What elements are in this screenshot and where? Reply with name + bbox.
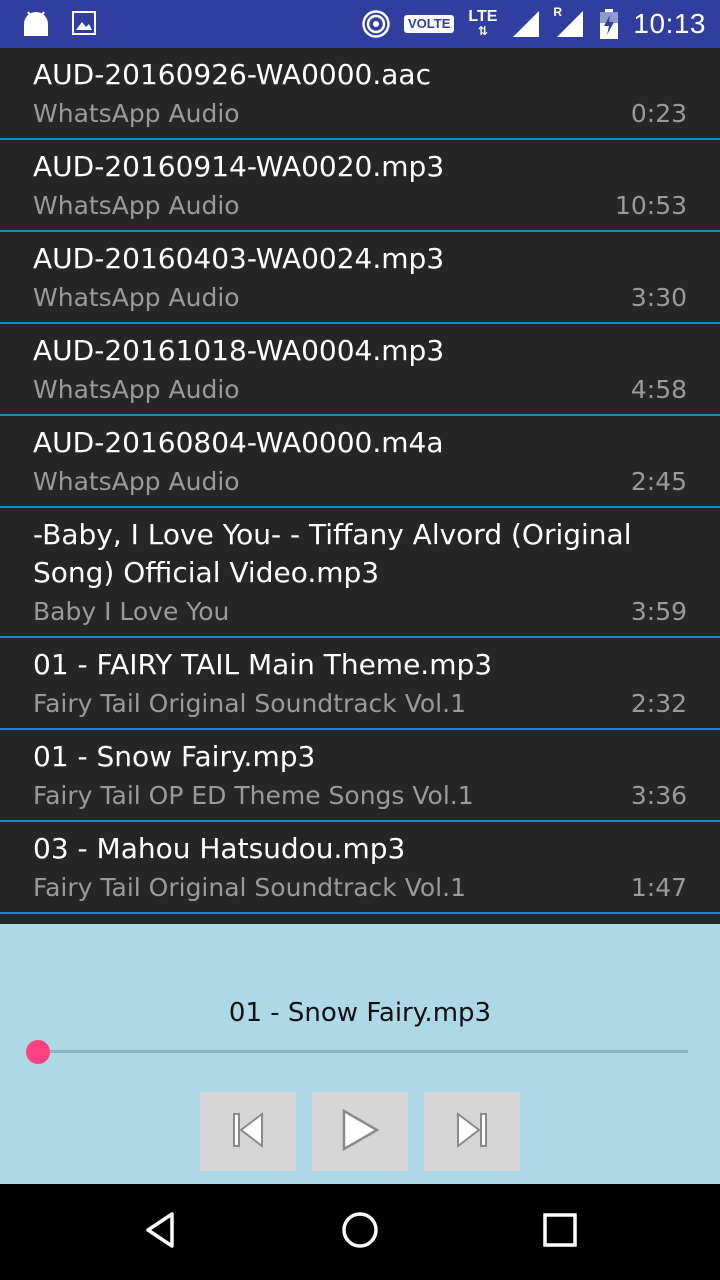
song-duration: 4:58 xyxy=(630,375,687,404)
data-arrows-icon: ⇅ xyxy=(477,24,488,38)
song-duration: 10:53 xyxy=(614,191,687,220)
back-icon xyxy=(140,1210,180,1255)
song-duration: 2:45 xyxy=(630,467,687,496)
recents-button[interactable] xyxy=(536,1208,584,1256)
song-list[interactable]: AUD-20160926-WA0000.aac WhatsApp Audio 0:2… xyxy=(0,48,720,924)
song-meta: Fairy Tail Original Soundtrack Vol.1 2:32 xyxy=(33,686,687,722)
battery-charging-icon xyxy=(599,9,619,39)
previous-button[interactable] xyxy=(200,1092,296,1171)
player-panel: 01 - Snow Fairy.mp3 xyxy=(0,924,720,1184)
song-duration: 3:59 xyxy=(630,597,687,626)
now-playing-title: 01 - Snow Fairy.mp3 xyxy=(228,998,492,1028)
roaming-label: R xyxy=(553,5,563,19)
song-list-item[interactable]: AUD-20161018-WA0004.mp3 WhatsApp Audio 4:5… xyxy=(0,324,720,416)
play-button[interactable] xyxy=(312,1092,408,1171)
song-duration: 0:23 xyxy=(630,99,687,128)
playback-controls xyxy=(200,1092,520,1171)
song-meta: Fairy Tail OP ED Theme Songs Vol.1 3:36 xyxy=(33,778,687,814)
song-meta: WhatsApp Audio 3:30 xyxy=(33,280,687,316)
song-duration: 3:30 xyxy=(630,283,687,312)
song-duration: 3:36 xyxy=(630,781,687,810)
song-title: 01 - Snow Fairy.mp3 xyxy=(33,740,316,773)
navigation-bar xyxy=(0,1184,720,1280)
lte-indicator: LTE ⇅ xyxy=(468,8,498,39)
next-button[interactable] xyxy=(424,1092,520,1171)
song-title: AUD-20161018-WA0004.mp3 xyxy=(33,334,445,367)
home-button[interactable] xyxy=(336,1208,384,1256)
volte-badge: VOLTE xyxy=(404,15,455,33)
clock: 10:13 xyxy=(633,8,706,39)
song-artist: Baby I Love You xyxy=(33,597,230,626)
signal-icon xyxy=(511,9,541,39)
song-meta: Baby I Love You 3:59 xyxy=(33,594,687,630)
song-title: 01 - FAIRY TAIL Main Theme.mp3 xyxy=(33,648,493,681)
seek-bar[interactable] xyxy=(38,1050,688,1053)
song-title: 03 - Mahou Hatsudou.mp3 xyxy=(33,832,406,865)
song-list-item[interactable]: 04 - Dragon slayer.mp3 xyxy=(0,914,720,924)
song-list-item[interactable]: AUD-20160804-WA0000.m4a WhatsApp Audio 2:4… xyxy=(0,416,720,508)
lte-label: LTE xyxy=(468,8,498,25)
song-artist: WhatsApp Audio xyxy=(33,467,240,496)
skip-next-icon xyxy=(455,1111,489,1152)
skip-previous-icon xyxy=(231,1111,265,1152)
image-icon xyxy=(72,11,96,35)
hotspot-icon xyxy=(362,10,390,38)
song-meta: Fairy Tail Original Soundtrack Vol.1 1:47 xyxy=(33,870,687,906)
signal-roaming-icon: R xyxy=(553,5,585,39)
song-artist: Fairy Tail Original Soundtrack Vol.1 xyxy=(33,873,466,902)
song-artist: Fairy Tail Original Soundtrack Vol.1 xyxy=(33,689,466,718)
recents-icon xyxy=(540,1210,580,1255)
song-meta: WhatsApp Audio 0:23 xyxy=(33,96,687,132)
song-meta: WhatsApp Audio 10:53 xyxy=(33,188,687,224)
song-title: AUD-20160804-WA0000.m4a xyxy=(33,426,444,459)
song-title: AUD-20160914-WA0020.mp3 xyxy=(33,150,445,183)
song-meta: WhatsApp Audio 2:45 xyxy=(33,464,687,500)
song-artist: Fairy Tail OP ED Theme Songs Vol.1 xyxy=(33,781,474,810)
song-title: AUD-20160403-WA0024.mp3 xyxy=(33,242,445,275)
song-artist: WhatsApp Audio xyxy=(33,99,240,128)
song-title: AUD-20160926-WA0000.aac xyxy=(33,58,431,91)
song-artist: WhatsApp Audio xyxy=(33,191,240,220)
song-list-item[interactable]: AUD-20160403-WA0024.mp3 WhatsApp Audio 3:3… xyxy=(0,232,720,324)
song-duration: 2:32 xyxy=(630,689,687,718)
song-artist: WhatsApp Audio xyxy=(33,375,240,404)
song-list-item[interactable]: 01 - Snow Fairy.mp3 Fairy Tail OP ED Them… xyxy=(0,730,720,822)
song-title: -Baby, I Love You- - Tiffany Alvord (Ori… xyxy=(33,518,632,589)
back-button[interactable] xyxy=(136,1208,184,1256)
song-list-item[interactable]: -Baby, I Love You- - Tiffany Alvord (Ori… xyxy=(0,508,720,638)
status-bar: VOLTE LTE ⇅ R 10:13 xyxy=(0,0,720,48)
seek-thumb[interactable] xyxy=(26,1040,50,1064)
play-icon xyxy=(340,1108,380,1155)
android-icon xyxy=(22,10,50,36)
song-artist: WhatsApp Audio xyxy=(33,283,240,312)
song-duration: 1:47 xyxy=(630,873,687,902)
song-list-item[interactable]: AUD-20160914-WA0020.mp3 WhatsApp Audio 10:… xyxy=(0,140,720,232)
home-icon xyxy=(340,1210,380,1255)
song-meta: WhatsApp Audio 4:58 xyxy=(33,372,687,408)
song-list-item[interactable]: 01 - FAIRY TAIL Main Theme.mp3 Fairy Tail… xyxy=(0,638,720,730)
song-list-item[interactable]: AUD-20160926-WA0000.aac WhatsApp Audio 0:2… xyxy=(0,48,720,140)
song-list-item[interactable]: 03 - Mahou Hatsudou.mp3 Fairy Tail Origin… xyxy=(0,822,720,914)
